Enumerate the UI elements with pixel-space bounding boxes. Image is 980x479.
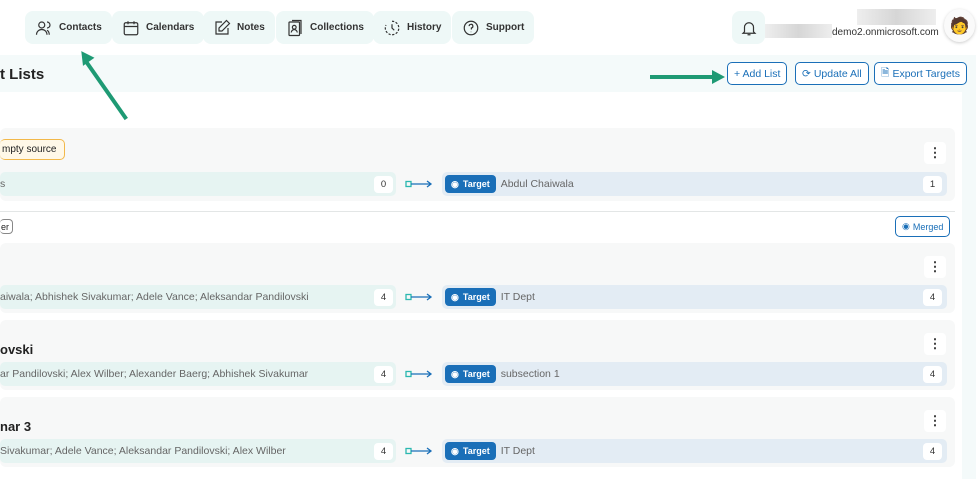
source-count: 4: [374, 365, 393, 383]
arrow-right-icon: [405, 447, 433, 455]
source-count: 0: [374, 175, 393, 193]
edit-icon: [215, 19, 231, 35]
more-options-button[interactable]: ⋮: [924, 256, 946, 278]
source-count: 4: [374, 442, 393, 460]
source-members: ar Pandilovski; Alex Wilber; Alexander B…: [0, 368, 309, 380]
target-button[interactable]: ◉ Target: [445, 288, 496, 306]
target-count: 4: [923, 442, 942, 460]
avatar[interactable]: 🧑: [944, 9, 975, 42]
merged-button[interactable]: ◉ Merged: [895, 216, 951, 237]
nav-label: History: [407, 22, 442, 33]
more-options-button[interactable]: ⋮: [924, 142, 946, 164]
nav-label: Support: [486, 22, 525, 33]
eye-icon: ◉: [451, 178, 459, 189]
more-options-button[interactable]: ⋮: [924, 410, 946, 432]
arrow-right-icon: [405, 370, 433, 378]
source-count: 4: [374, 288, 393, 306]
notifications-button[interactable]: [732, 11, 765, 44]
eye-icon: ◉: [451, 291, 459, 302]
target-count: 4: [923, 288, 942, 306]
calendar-icon: [123, 20, 139, 35]
eye-icon: ◉: [451, 445, 459, 456]
users-icon: [35, 20, 51, 35]
nav-support[interactable]: Support: [452, 11, 535, 44]
nav-label: Calendars: [146, 22, 195, 33]
source-members: s: [0, 178, 6, 190]
collection-icon: [288, 19, 302, 36]
source-row: aiwala; Abhishek Sivakumar; Adele Vance;…: [0, 285, 396, 309]
target-count: 1: [923, 175, 942, 193]
target-name: IT Dept: [500, 445, 535, 457]
history-icon: [384, 20, 400, 35]
target-row: ◉ Target Abdul Chaiwala 1: [442, 172, 947, 196]
help-icon: [463, 20, 479, 35]
annotation-arrow: [650, 75, 716, 79]
target-name: Abdul Chaiwala: [500, 178, 574, 190]
eye-icon: ◉: [451, 368, 459, 379]
bell-icon: [741, 21, 756, 35]
nav-collections[interactable]: Collections: [276, 11, 374, 44]
target-name: IT Dept: [500, 291, 535, 303]
nav-label: Collections: [310, 22, 364, 33]
export-targets-button[interactable]: 🗎 Export Targets: [874, 62, 967, 85]
nav-contacts[interactable]: Contacts: [25, 11, 112, 44]
section-badge: er: [0, 219, 14, 234]
target-button[interactable]: ◉ Target: [445, 442, 496, 460]
nav-label: Notes: [237, 22, 265, 33]
source-row: Sivakumar; Adele Vance; Aleksandar Pandi…: [0, 439, 396, 463]
nav-label: Contacts: [59, 22, 102, 33]
target-button[interactable]: ◉ Target: [445, 175, 496, 193]
update-all-button[interactable]: ⟳ Update All: [795, 62, 869, 85]
add-list-button[interactable]: + Add List: [727, 62, 788, 85]
refresh-icon: ⟳: [802, 67, 811, 80]
target-count: 4: [923, 365, 942, 383]
redacted-name: [765, 24, 832, 38]
empty-source-badge: mpty source: [0, 139, 66, 160]
target-row: ◉ Target IT Dept 4: [442, 285, 947, 309]
more-options-button[interactable]: ⋮: [924, 333, 946, 355]
redacted-name: [857, 9, 936, 25]
page-title: t Lists: [0, 66, 45, 83]
list-title: ovski: [0, 342, 34, 357]
export-file-icon: 🗎: [881, 66, 890, 79]
arrow-right-icon: [405, 293, 433, 301]
user-email: demo2.onmicrosoft.com: [832, 27, 939, 38]
target-name: subsection 1: [500, 368, 560, 380]
nav-notes[interactable]: Notes: [203, 11, 275, 44]
nav-calendars[interactable]: Calendars: [112, 11, 205, 44]
target-row: ◉ Target subsection 1 4: [442, 362, 947, 386]
annotation-arrowhead: [712, 70, 725, 84]
arrow-right-icon: [405, 180, 433, 188]
eye-icon: ◉: [902, 221, 910, 231]
right-frame: [962, 55, 976, 479]
source-row: s0: [0, 172, 396, 196]
list-title: nar 3: [0, 419, 32, 434]
target-row: ◉ Target IT Dept 4: [442, 439, 947, 463]
target-button[interactable]: ◉ Target: [445, 365, 496, 383]
source-row: ar Pandilovski; Alex Wilber; Alexander B…: [0, 362, 396, 386]
source-members: Sivakumar; Adele Vance; Aleksandar Pandi…: [0, 445, 286, 457]
divider: [0, 211, 955, 212]
nav-history[interactable]: History: [373, 11, 452, 44]
source-members: aiwala; Abhishek Sivakumar; Adele Vance;…: [0, 291, 309, 303]
